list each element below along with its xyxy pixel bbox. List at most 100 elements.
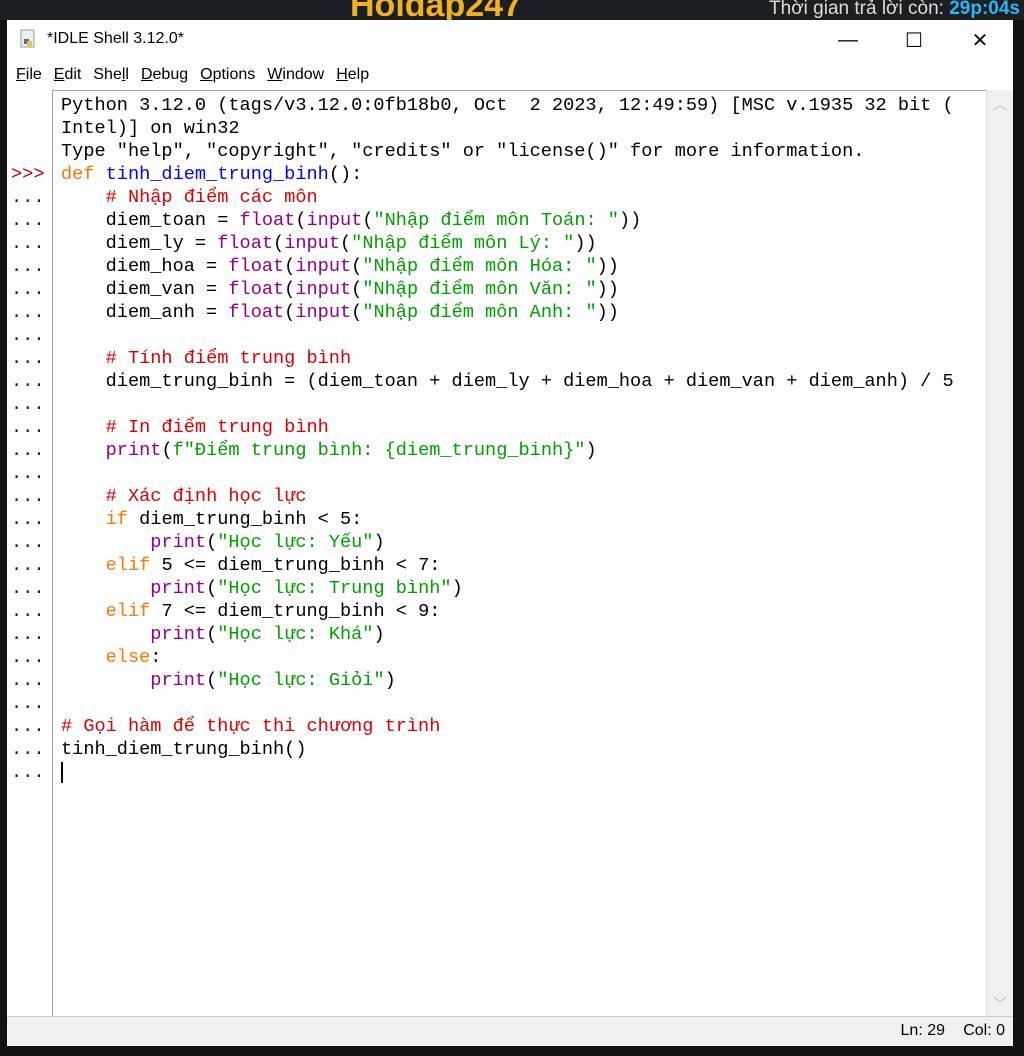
code-token: diem_anh =: [61, 302, 229, 323]
code-token: float: [228, 256, 285, 277]
code-token: )): [596, 256, 619, 277]
shell-prompt: ...: [11, 233, 45, 254]
shell-prompt: ...: [11, 716, 45, 737]
code-token: (: [351, 302, 363, 323]
code-token: # In điểm trung bình: [105, 417, 329, 438]
code-token: ): [384, 670, 396, 691]
shell-prompt: ...: [11, 417, 45, 438]
shell-prompt: ...: [11, 647, 45, 668]
scroll-up-icon[interactable]: ︿: [987, 94, 1013, 113]
code-line: print("Học lực: Trung bình"): [61, 577, 462, 600]
code-token: input: [295, 256, 352, 277]
code-line: # In điểm trung bình: [61, 416, 329, 439]
shell-prompt: ...: [11, 509, 45, 530]
shell-prompt: ...: [11, 532, 45, 553]
code-line: print("Học lực: Yếu"): [61, 531, 385, 554]
background-timer: Thời gian trả lời còn: 29p:04s: [769, 0, 1020, 20]
menu-shell[interactable]: Shell: [93, 66, 129, 84]
shell-prompt: ...: [11, 739, 45, 760]
code-line: diem_hoa = float(input("Nhập điểm môn Hó…: [61, 255, 619, 278]
shell-prompt: ...: [11, 486, 45, 507]
shell-prompt: ...: [11, 624, 45, 645]
line-number: Ln: 29: [900, 1022, 945, 1039]
code-token: float: [228, 302, 285, 323]
code-line: if diem_trung_binh < 5:: [61, 508, 363, 531]
code-token: (: [161, 440, 173, 461]
shell-prompt: ...: [11, 578, 45, 599]
minimize-button[interactable]: —: [815, 20, 881, 60]
vertical-scrollbar[interactable]: ︿ ﹀: [986, 90, 1013, 1016]
code-token: )): [574, 233, 597, 254]
shell-text-area[interactable]: Python 3.12.0 (tags/v3.12.0:0fb18b0, Oct…: [53, 90, 986, 1017]
shell-prompt: >>>: [11, 164, 45, 185]
menu-file[interactable]: File: [16, 66, 42, 84]
code-token: (: [284, 279, 296, 300]
shell-prompt: ...: [11, 279, 45, 300]
menu-edit[interactable]: Edit: [54, 66, 82, 84]
shell-prompt: ...: [11, 394, 45, 415]
code-line: diem_anh = float(input("Nhập điểm môn An…: [61, 301, 619, 324]
code-token: "Học lực: Khá": [217, 624, 374, 645]
menu-help[interactable]: Help: [336, 66, 369, 84]
shell-editor[interactable]: >>>.....................................…: [7, 90, 1013, 1016]
shell-prompt: ...: [11, 187, 45, 208]
maximize-button[interactable]: ☐: [881, 20, 947, 60]
code-line: # Nhập điểm các môn: [61, 186, 318, 209]
shell-prompt: ...: [11, 256, 45, 277]
menu-options[interactable]: Options: [200, 66, 255, 84]
code-line: def tinh_diem_trung_binh():: [61, 163, 362, 186]
code-token: (: [362, 210, 374, 231]
code-token: "Học lực: Giỏi": [217, 670, 385, 691]
code-token: (: [339, 233, 352, 254]
code-token: tinh_diem_trung_binh: [105, 164, 329, 185]
code-line: diem_van = float(input("Nhập điểm môn Vă…: [61, 278, 619, 301]
shell-prompt: ...: [11, 693, 45, 714]
menu-bar: File Edit Shell Debug Options Window Help: [7, 60, 1013, 90]
timer-value: 29p:04s: [949, 0, 1020, 19]
code-token: (: [351, 256, 363, 277]
code-token: float: [228, 279, 285, 300]
code-line: print(f"Điểm trung bình: {diem_trung_bin…: [61, 439, 597, 462]
background-banner: Hoidap247 Thời gian trả lời còn: 29p:04s: [0, 0, 1024, 24]
code-token: (: [284, 302, 296, 323]
title-bar[interactable]: *IDLE Shell 3.12.0* — ☐ ✕: [7, 20, 1013, 60]
timer-label: Thời gian trả lời còn:: [769, 0, 944, 19]
prompt-gutter: >>>.....................................…: [7, 90, 53, 1016]
shell-prompt: ...: [11, 302, 45, 323]
code-token: tinh_diem_trung_binh(): [61, 739, 307, 760]
shell-prompt: ...: [11, 601, 45, 622]
code-line: # Tính điểm trung bình: [61, 347, 351, 370]
menu-debug[interactable]: Debug: [141, 66, 188, 84]
shell-prompt: ...: [11, 555, 45, 576]
code-token: if: [105, 509, 128, 530]
code-token: diem_trung_binh = (diem_toan + diem_ly +…: [61, 371, 954, 392]
close-button[interactable]: ✕: [947, 20, 1013, 60]
scroll-down-icon[interactable]: ﹀: [987, 993, 1013, 1012]
code-token: print: [150, 578, 207, 599]
code-token: diem_toan =: [61, 210, 240, 231]
code-token: )): [618, 210, 642, 231]
code-token: f"Điểm trung bình: {diem_trung_binh}": [172, 440, 586, 461]
code-token: "Học lực: Yếu": [217, 532, 374, 553]
code-line: Type "help", "copyright", "credits" or "…: [61, 140, 864, 163]
code-token: "Học lực: Trung bình": [217, 578, 452, 599]
code-token: def: [61, 164, 106, 185]
code-token: (: [284, 256, 296, 277]
code-line: # Gọi hàm để thực thi chương trình: [61, 715, 440, 738]
code-token: print: [150, 624, 207, 645]
shell-prompt: ...: [11, 440, 45, 461]
menu-window[interactable]: Window: [267, 66, 324, 84]
code-token: ): [373, 532, 385, 553]
code-token: Intel)] on win32: [61, 118, 240, 139]
code-token: "Nhập điểm môn Anh: ": [362, 302, 597, 323]
code-token: print: [150, 532, 207, 553]
code-token: "Nhập điểm môn Hóa: ": [362, 256, 597, 277]
code-token: ): [373, 624, 385, 645]
code-token: "Nhập điểm môn Lý: ": [351, 233, 575, 254]
